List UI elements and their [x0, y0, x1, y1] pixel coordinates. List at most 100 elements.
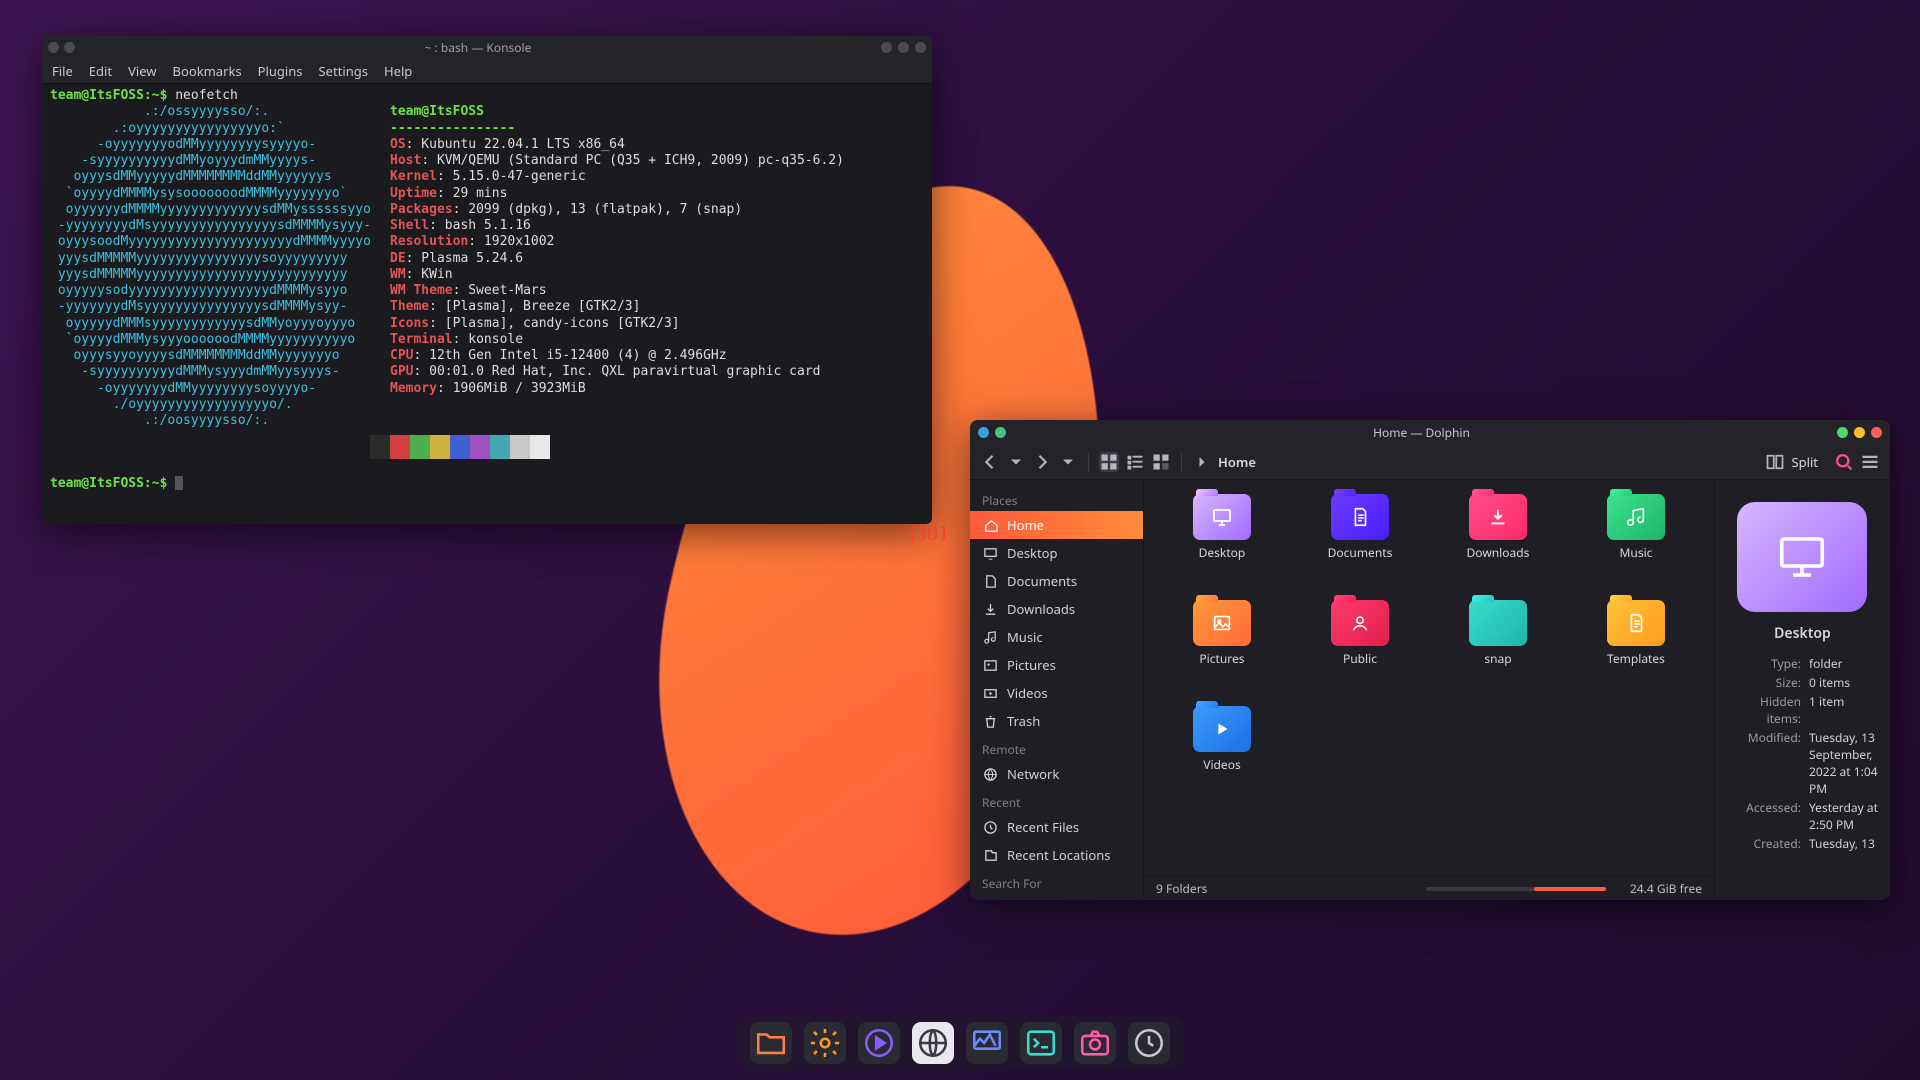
sidebar-item-label: Documents [1007, 572, 1077, 590]
sidebar-item-music[interactable]: Music [970, 623, 1143, 651]
terminal-body[interactable]: team@ItsFOSS:~$ neofetch .:/ossyyyysso/:… [42, 84, 932, 524]
folder-icon [1607, 494, 1665, 540]
split-icon[interactable] [1765, 452, 1785, 472]
sidebar-item-pictures[interactable]: Pictures [970, 651, 1143, 679]
info-key: Hidden items: [1727, 693, 1809, 727]
dock-browser-icon[interactable] [912, 1022, 954, 1064]
sidebar-heading-search: Search For [970, 869, 1143, 894]
forward-menu-icon[interactable] [1058, 452, 1078, 472]
menu-edit[interactable]: Edit [89, 62, 112, 80]
recent-files-icon [982, 819, 998, 835]
menu-view[interactable]: View [128, 62, 156, 80]
dock-clock-icon[interactable] [1128, 1022, 1170, 1064]
sidebar-item-trash[interactable]: Trash [970, 707, 1143, 735]
back-button[interactable] [980, 452, 1000, 472]
maximize-icon[interactable] [1854, 427, 1865, 438]
folder-icon [1193, 494, 1251, 540]
menu-settings[interactable]: Settings [319, 62, 368, 80]
menu-bookmarks[interactable]: Bookmarks [173, 62, 242, 80]
info-value: folder [1809, 655, 1878, 672]
konsole-new-tab-icon[interactable] [64, 42, 75, 53]
menu-help[interactable]: Help [384, 62, 412, 80]
search-button[interactable] [1834, 452, 1854, 472]
info-value: Tuesday, 13 [1809, 835, 1878, 852]
sidebar-item-home[interactable]: Home [970, 511, 1143, 539]
folder-label: Templates [1607, 650, 1665, 667]
home-icon [982, 517, 998, 533]
dock-media-icon[interactable] [858, 1022, 900, 1064]
sidebar-item-recent-locations[interactable]: Recent Locations [970, 841, 1143, 869]
titlebar-dot[interactable] [978, 427, 989, 438]
view-details-button[interactable] [1151, 452, 1171, 472]
folder-icon [1469, 494, 1527, 540]
color-swatch [390, 435, 410, 459]
folder-label: Music [1620, 544, 1653, 561]
folder-videos[interactable]: Videos [1162, 706, 1282, 806]
color-swatch [450, 435, 470, 459]
folder-templates[interactable]: Templates [1576, 600, 1696, 700]
konsole-tab-icon[interactable] [48, 42, 59, 53]
folder-pictures[interactable]: Pictures [1162, 600, 1282, 700]
info-value: Tuesday, 13 September, 2022 at 1:04 PM [1809, 729, 1878, 797]
info-row: Accessed:Yesterday at 2:50 PM [1727, 799, 1878, 833]
sidebar-item-label: Recent Files [1007, 818, 1079, 836]
sidebar-item-label: Downloads [1007, 600, 1075, 618]
menu-file[interactable]: File [52, 62, 73, 80]
folder-label: Desktop [1199, 544, 1246, 561]
folder-public[interactable]: Public [1300, 600, 1420, 700]
info-key: Size: [1727, 674, 1809, 691]
sidebar-item-network[interactable]: Network [970, 760, 1143, 788]
view-compact-button[interactable] [1125, 452, 1145, 472]
info-key: Created: [1727, 835, 1809, 852]
sidebar-item-documents[interactable]: Documents [970, 567, 1143, 595]
breadcrumb-chevron-icon[interactable] [1192, 452, 1212, 472]
folder-label: snap [1484, 650, 1511, 667]
titlebar-dot[interactable] [995, 427, 1006, 438]
forward-button[interactable] [1032, 452, 1052, 472]
close-icon[interactable] [915, 42, 926, 53]
breadcrumb-home[interactable]: Home [1218, 453, 1256, 471]
dock-screenshot-icon[interactable] [1074, 1022, 1116, 1064]
dock-settings-icon[interactable] [804, 1022, 846, 1064]
sidebar-item-downloads[interactable]: Downloads [970, 595, 1143, 623]
sidebar-item-videos[interactable]: Videos [970, 679, 1143, 707]
menu-plugins[interactable]: Plugins [258, 62, 303, 80]
minimize-icon[interactable] [881, 42, 892, 53]
folder-icon [1469, 600, 1527, 646]
sidebar-heading-remote: Remote [970, 735, 1143, 760]
folder-grid[interactable]: Desktop Documents Downloads Music Pictures Pu… [1144, 480, 1714, 876]
folder-label: Pictures [1199, 650, 1244, 667]
folder-icon [1331, 600, 1389, 646]
folder-icon [1607, 600, 1665, 646]
sidebar-heading-recent: Recent [970, 788, 1143, 813]
view-icons-button[interactable] [1099, 452, 1119, 472]
info-value: 0 items [1809, 674, 1878, 691]
hamburger-menu-button[interactable] [1860, 452, 1880, 472]
watermark-overlay: j301 [910, 520, 949, 546]
split-button[interactable]: Split [1791, 453, 1818, 471]
folder-documents[interactable]: Documents [1300, 494, 1420, 594]
close-icon[interactable] [1871, 427, 1882, 438]
sidebar-item-desktop[interactable]: Desktop [970, 539, 1143, 567]
disk-free-text: 24.4 GiB free [1630, 880, 1702, 897]
sidebar-item-label: Home [1007, 516, 1044, 534]
maximize-icon[interactable] [898, 42, 909, 53]
dolphin-titlebar[interactable]: Home — Dolphin [970, 420, 1890, 444]
dock-files-icon[interactable] [750, 1022, 792, 1064]
folder-music[interactable]: Music [1576, 494, 1696, 594]
status-bar: 9 Folders 24.4 GiB free [1144, 876, 1714, 900]
minimize-icon[interactable] [1837, 427, 1848, 438]
dolphin-sidebar: PlacesHomeDesktopDocumentsDownloadsMusic… [970, 480, 1144, 900]
folder-snap[interactable]: snap [1438, 600, 1558, 700]
folder-label: Documents [1328, 544, 1393, 561]
folder-desktop[interactable]: Desktop [1162, 494, 1282, 594]
dock [736, 1016, 1184, 1070]
folder-downloads[interactable]: Downloads [1438, 494, 1558, 594]
pictures-icon [982, 657, 998, 673]
dock-monitor-icon[interactable] [966, 1022, 1008, 1064]
back-menu-icon[interactable] [1006, 452, 1026, 472]
dock-terminal-icon[interactable] [1020, 1022, 1062, 1064]
info-name: Desktop [1774, 624, 1831, 643]
konsole-titlebar[interactable]: ~ : bash — Konsole [42, 36, 932, 58]
sidebar-item-recent-files[interactable]: Recent Files [970, 813, 1143, 841]
